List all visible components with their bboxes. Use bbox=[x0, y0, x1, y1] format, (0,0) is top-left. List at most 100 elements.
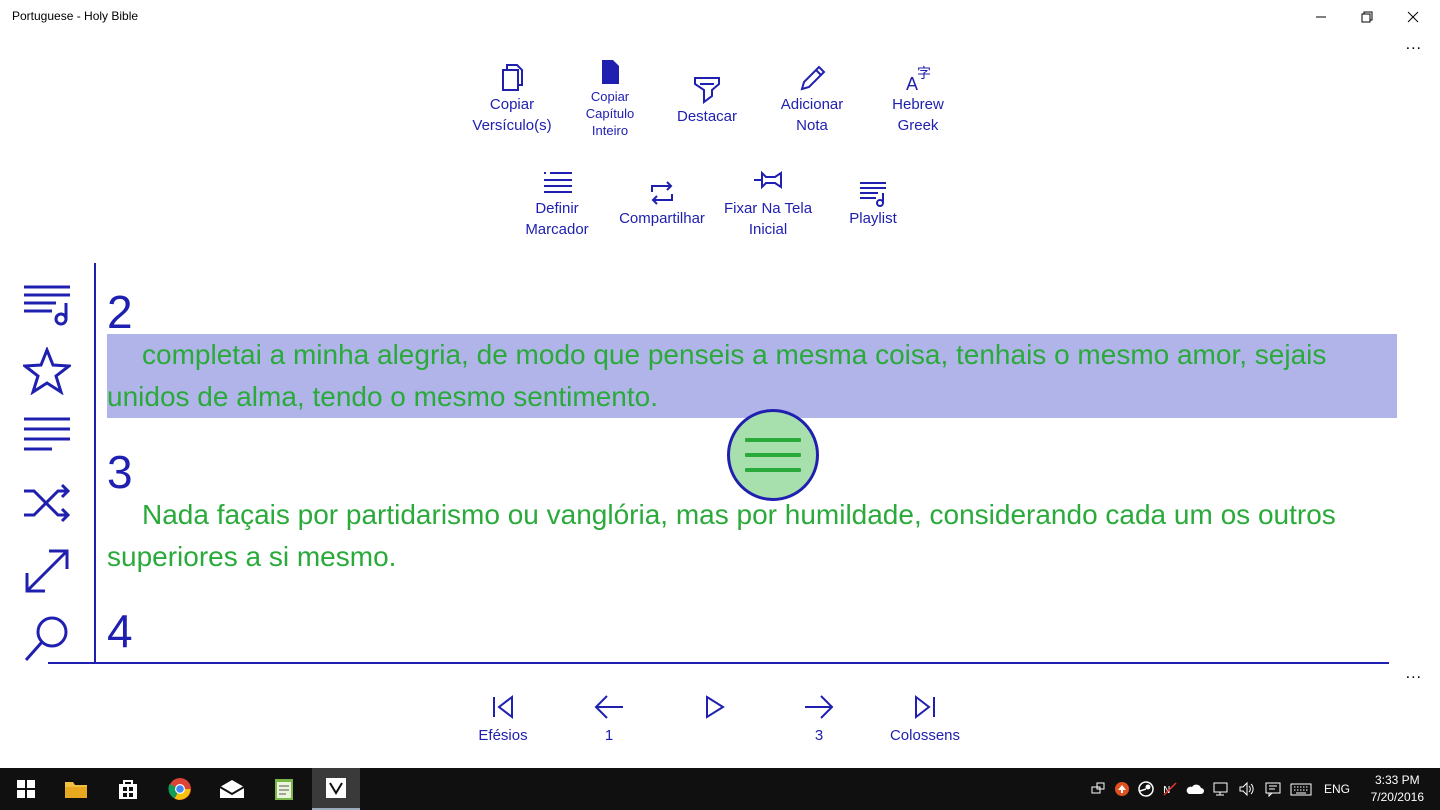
play-icon bbox=[706, 695, 725, 719]
clock[interactable]: 3:33 PM 7/20/2016 bbox=[1371, 772, 1424, 806]
volume-icon[interactable] bbox=[1238, 781, 1256, 797]
next-chapter-button[interactable]: 3 bbox=[799, 693, 839, 745]
expand-icon bbox=[25, 549, 69, 593]
app-title: Portuguese - Holy Bible bbox=[12, 9, 139, 23]
playlist-button[interactable]: Playlist bbox=[836, 178, 910, 229]
taskbar-bible-app[interactable] bbox=[312, 768, 360, 810]
bible-app-icon bbox=[326, 778, 346, 798]
star-icon bbox=[23, 347, 71, 395]
sidebar-playlist[interactable] bbox=[22, 278, 72, 328]
search-icon bbox=[24, 616, 68, 661]
sidebar-favorites[interactable] bbox=[22, 346, 72, 396]
upload-icon[interactable] bbox=[1114, 781, 1130, 797]
first-chapter-button[interactable]: Efésios bbox=[470, 693, 536, 745]
skip-back-icon bbox=[493, 694, 513, 720]
steam-icon[interactable] bbox=[1138, 781, 1154, 797]
document-icon bbox=[602, 60, 619, 84]
verse-text-content: Nada façais por partidarismo ou vanglóri… bbox=[107, 499, 1336, 572]
language-indicator[interactable]: ENG bbox=[1324, 782, 1350, 796]
sidebar-search[interactable] bbox=[22, 612, 72, 662]
clock-time: 3:33 PM bbox=[1374, 773, 1420, 787]
sidebar-list[interactable] bbox=[22, 408, 72, 458]
copy-verse-button[interactable]: Copiar Versículo(s) bbox=[466, 62, 558, 136]
verse-text[interactable]: Nada façais por partidarismo ou vanglóri… bbox=[107, 494, 1397, 578]
action-center-icon[interactable] bbox=[1264, 781, 1282, 797]
taskbar: N ENG 3:33 PM 7/20/2016 bbox=[0, 768, 1440, 810]
highlight-button[interactable]: Destacar bbox=[664, 72, 750, 127]
highlighter-icon bbox=[694, 77, 720, 104]
system-tray: N ENG bbox=[1090, 768, 1350, 810]
hamburger-icon-bar bbox=[745, 468, 801, 472]
taskbar-store[interactable] bbox=[104, 768, 152, 810]
minimize-button[interactable] bbox=[1298, 0, 1344, 34]
taskbar-chrome[interactable] bbox=[156, 768, 204, 810]
close-icon bbox=[1407, 11, 1419, 23]
sidebar-shuffle[interactable] bbox=[22, 478, 72, 528]
previous-chapter-label: 1 bbox=[604, 727, 614, 744]
svg-text:字: 字 bbox=[917, 66, 931, 82]
bookmark-button[interactable]: Definir Marcador bbox=[514, 168, 600, 240]
verse-number: 4 bbox=[107, 605, 133, 657]
sidebar-expand[interactable] bbox=[22, 546, 72, 596]
verse-number: 2 bbox=[107, 286, 133, 338]
next-chapter-label: 3 bbox=[814, 727, 824, 744]
more-options-bottom[interactable]: ... bbox=[1406, 665, 1422, 683]
playlist-label: Playlist bbox=[849, 210, 897, 227]
verse-text-content: completai a minha alegria, de modo que p… bbox=[107, 339, 1327, 412]
share-button[interactable]: Compartilhar bbox=[612, 178, 712, 229]
chrome-icon bbox=[168, 778, 191, 800]
hebrew-greek-label: Hebrew Greek bbox=[892, 96, 944, 134]
sidebar-divider bbox=[94, 263, 96, 663]
arrow-right-icon bbox=[805, 695, 834, 719]
arrow-left-icon bbox=[594, 695, 623, 719]
network-share-icon[interactable] bbox=[1090, 781, 1106, 797]
copy-verse-label: Copiar Versículo(s) bbox=[472, 96, 552, 134]
store-icon bbox=[119, 780, 137, 799]
playlist-icon bbox=[24, 285, 70, 326]
add-note-label: Adicionar Nota bbox=[780, 96, 844, 134]
restore-icon bbox=[1361, 11, 1373, 23]
translate-icon: A字 bbox=[906, 66, 931, 94]
minimize-icon bbox=[1316, 16, 1326, 18]
nvidia-icon[interactable]: N bbox=[1162, 781, 1178, 797]
notepad-icon bbox=[275, 779, 293, 800]
mail-icon bbox=[219, 780, 245, 798]
copy-chapter-label: Copiar Capítulo Inteiro bbox=[585, 89, 635, 138]
restore-button[interactable] bbox=[1344, 0, 1390, 34]
title-bar: Portuguese - Holy Bible bbox=[0, 0, 1440, 34]
close-button[interactable] bbox=[1390, 0, 1436, 34]
share-label: Compartilhar bbox=[619, 210, 705, 227]
onedrive-icon[interactable] bbox=[1186, 781, 1204, 797]
highlight-label: Destacar bbox=[676, 108, 738, 125]
start-button[interactable] bbox=[2, 768, 50, 810]
taskbar-file-explorer[interactable] bbox=[52, 768, 100, 810]
previous-chapter-button[interactable]: 1 bbox=[589, 693, 629, 745]
pin-start-button[interactable]: Fixar Na Tela Inicial bbox=[718, 168, 818, 240]
hamburger-icon-bar bbox=[745, 453, 801, 457]
content-bottom-divider bbox=[48, 662, 1389, 664]
playlist-icon bbox=[860, 182, 886, 207]
last-chapter-label: Colossens bbox=[889, 727, 961, 744]
skip-forward-icon bbox=[915, 694, 935, 720]
more-options-top[interactable]: ... bbox=[1406, 36, 1422, 54]
keyboard-icon[interactable] bbox=[1290, 781, 1312, 797]
taskbar-mail[interactable] bbox=[208, 768, 256, 810]
clock-date: 7/20/2016 bbox=[1370, 790, 1424, 804]
repeat-share-icon bbox=[651, 181, 673, 205]
list-icon bbox=[24, 417, 70, 451]
network-icon[interactable] bbox=[1212, 781, 1230, 797]
play-button[interactable] bbox=[694, 693, 734, 745]
windows-icon bbox=[17, 780, 35, 798]
hebrew-greek-button[interactable]: A字 Hebrew Greek bbox=[878, 62, 958, 136]
verse-number: 3 bbox=[107, 446, 133, 498]
taskbar-notepad[interactable] bbox=[260, 768, 308, 810]
add-note-button[interactable]: Adicionar Nota bbox=[770, 62, 854, 136]
copy-icon bbox=[502, 64, 523, 91]
menu-fab-button[interactable] bbox=[727, 409, 819, 501]
first-chapter-label: Efésios bbox=[478, 727, 528, 744]
copy-chapter-button[interactable]: Copiar Capítulo Inteiro bbox=[572, 58, 648, 139]
verse-text-highlighted[interactable]: completai a minha alegria, de modo que p… bbox=[107, 334, 1397, 418]
pin-start-label: Fixar Na Tela Inicial bbox=[723, 200, 813, 238]
pencil-icon bbox=[800, 65, 826, 91]
last-chapter-button[interactable]: Colossens bbox=[885, 693, 965, 745]
